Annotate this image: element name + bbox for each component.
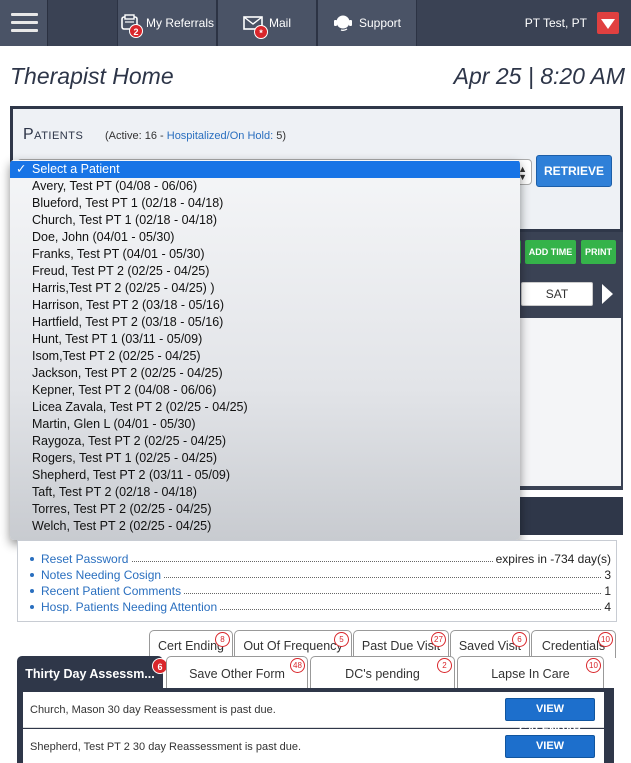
print-button[interactable]: PRINT	[581, 240, 616, 264]
dropdown-option[interactable]: Torres, Test PT 2 (02/25 - 04/25)	[10, 501, 520, 518]
dropdown-option[interactable]: Hartfield, Test PT 2 (03/18 - 05/16)	[10, 314, 520, 331]
patients-title: Patients	[23, 126, 84, 143]
bullet-icon	[30, 557, 34, 561]
count-badge: 2	[437, 658, 452, 673]
dropdown-option[interactable]: Church, Test PT 1 (02/18 - 04/18)	[10, 212, 520, 229]
patients-counts: (Active: 16 - Hospitalized/On Hold: 5)	[105, 130, 286, 142]
count-badge: 27	[431, 632, 446, 647]
dropdown-option[interactable]: Welch, Test PT 2 (02/25 - 04/25)	[10, 518, 520, 535]
dropdown-option[interactable]: Martin, Glen L (04/01 - 05/30)	[10, 416, 520, 433]
page-date: Apr 25 | 8:20 AM	[453, 63, 625, 89]
referrals-badge: 2	[128, 24, 143, 38]
nav-mail[interactable]: * Mail	[217, 0, 317, 46]
mail-badge: *	[253, 25, 268, 39]
task-tabs: Cert Ending 8 Out Of Frequency 5 Past Du…	[14, 630, 620, 763]
hospitalized-count: 5)	[273, 130, 286, 142]
tab-label: Past Due Visit	[361, 639, 441, 653]
schedule-day-column	[518, 318, 621, 486]
dropdown-option[interactable]: Avery, Test PT (04/08 - 06/06)	[10, 178, 520, 195]
dropdown-option[interactable]: Hunt, Test PT 1 (03/11 - 05/09)	[10, 331, 520, 348]
add-time-button[interactable]: ADD TIME	[525, 240, 576, 264]
nav-support[interactable]: Support	[317, 0, 417, 46]
tab-label: Credentials	[541, 639, 606, 653]
mail-icon: *	[243, 14, 268, 39]
active-count: (Active: 16 -	[105, 130, 167, 142]
nav-my-referrals[interactable]: 2 My Referrals	[117, 0, 217, 46]
dropdown-option-label: Select a Patient	[32, 162, 120, 176]
tab-label: Cert Ending	[157, 639, 224, 653]
dropdown-option[interactable]: Shepherd, Test PT 2 (03/11 - 05/09)	[10, 467, 520, 484]
list-item-text: Shepherd, Test PT 2 30 day Reassessment …	[30, 741, 302, 753]
support-headset-icon	[333, 14, 353, 32]
tab-out-of-frequency[interactable]: Out Of Frequency 5	[234, 630, 352, 658]
list-item-text: Church, Mason 30 day Reassessment is pas…	[30, 704, 276, 716]
hamburger-icon	[11, 13, 38, 16]
dropdown-option[interactable]: Franks, Test PT (04/01 - 05/30)	[10, 246, 520, 263]
alerts-box: Reset Password expires in -734 day(s) No…	[17, 540, 617, 622]
list-item: Church, Mason 30 day Reassessment is pas…	[23, 692, 604, 736]
dropdown-option[interactable]: Freud, Test PT 2 (02/25 - 04/25)	[10, 263, 520, 280]
info-row: Hosp. Patients Needing Attention 4	[26, 599, 611, 615]
dropdown-option[interactable]: Kepner, Test PT 2 (04/08 - 06/06)	[10, 382, 520, 399]
dropdown-option[interactable]: Jackson, Test PT 2 (02/25 - 04/25)	[10, 365, 520, 382]
tab-cert-ending[interactable]: Cert Ending 8	[149, 630, 233, 658]
hospitalized-link[interactable]: Hospitalized/On Hold:	[167, 130, 273, 142]
retrieve-button[interactable]: RETRIEVE	[536, 155, 612, 187]
count-badge: 8	[215, 632, 230, 647]
tab-save-other-form[interactable]: Save Other Form 48	[166, 656, 308, 688]
tab-label: Lapse In Care	[491, 667, 570, 681]
count-badge: 10	[586, 658, 601, 673]
dropdown-option[interactable]: Harrison, Test PT 2 (03/18 - 05/16)	[10, 297, 520, 314]
referrals-icon: 2	[120, 14, 143, 38]
tab-label: Save Other Form	[189, 667, 285, 681]
info-value: 4	[601, 599, 611, 615]
day-sat-button[interactable]: SAT	[521, 282, 593, 306]
dropdown-option[interactable]: Licea Zavala, Test PT 2 (02/25 - 04/25)	[10, 399, 520, 416]
dropdown-option[interactable]: Harris,Test PT 2 (02/25 - 04/25) )	[10, 280, 520, 297]
tab-thirty-day-assessment[interactable]: Thirty Day Assessm... 6	[17, 656, 168, 690]
checkmark-icon: ✓	[16, 162, 27, 176]
dropdown-option[interactable]: Blueford, Test PT 1 (02/18 - 04/18)	[10, 195, 520, 212]
count-badge: 10	[598, 632, 613, 647]
nav-mail-label: Mail	[268, 16, 291, 30]
hamburger-icon	[11, 29, 38, 32]
count-badge: 6	[512, 632, 527, 647]
tab-label: DC's pending	[345, 667, 420, 681]
menu-button[interactable]	[0, 0, 48, 46]
bullet-icon	[30, 573, 34, 577]
nav-support-label: Support	[358, 16, 402, 30]
list-item: Shepherd, Test PT 2 30 day Reassessment …	[23, 729, 604, 763]
view-calendar-button[interactable]: VIEW CALENDAR	[505, 698, 595, 736]
dropdown-option[interactable]: Taft, Test PT 2 (02/18 - 04/18)	[10, 484, 520, 501]
user-name[interactable]: PT Test, PT	[525, 16, 587, 30]
dropdown-option[interactable]: Raygoza, Test PT 2 (02/25 - 04/25)	[10, 433, 520, 450]
user-dropdown-icon[interactable]	[597, 12, 619, 34]
count-badge: 48	[290, 658, 305, 673]
tab-label: Thirty Day Assessm...	[25, 667, 155, 681]
tab-label: Out Of Frequency	[243, 639, 343, 653]
task-list: Church, Mason 30 day Reassessment is pas…	[17, 688, 614, 763]
patient-dropdown-list: ✓ Select a Patient Avery, Test PT (04/08 …	[10, 160, 520, 540]
top-nav-bar: 2 My Referrals * Mail Support PT Test, P…	[0, 0, 631, 46]
view-calendar-button[interactable]: VIEW CALENDAR	[505, 735, 595, 763]
hosp-patients-link[interactable]: Hosp. Patients Needing Attention	[41, 599, 221, 615]
dropdown-option[interactable]: Rogers, Test PT 1 (02/25 - 04/25)	[10, 450, 520, 467]
hamburger-icon	[11, 21, 38, 24]
tab-dcs-pending[interactable]: DC's pending 2	[310, 656, 455, 688]
dropdown-option[interactable]: Isom,Test PT 2 (02/25 - 04/25)	[10, 348, 520, 365]
tab-lapse-in-care[interactable]: Lapse In Care 10	[457, 656, 604, 688]
page-title: Therapist Home	[10, 63, 174, 89]
count-badge: 5	[334, 632, 349, 647]
dropdown-option[interactable]: ✓ Select a Patient	[10, 161, 520, 178]
dropdown-option[interactable]: Doe, John (04/01 - 05/30)	[10, 229, 520, 246]
next-arrow-icon[interactable]	[602, 284, 613, 304]
tab-past-due-visit[interactable]: Past Due Visit 27	[353, 630, 449, 658]
bullet-icon	[30, 589, 34, 593]
nav-my-referrals-label: My Referrals	[145, 16, 214, 30]
tab-credentials[interactable]: Credentials 10	[531, 630, 616, 658]
tab-saved-visit[interactable]: Saved Visit 6	[450, 630, 530, 658]
bullet-icon	[30, 605, 34, 609]
